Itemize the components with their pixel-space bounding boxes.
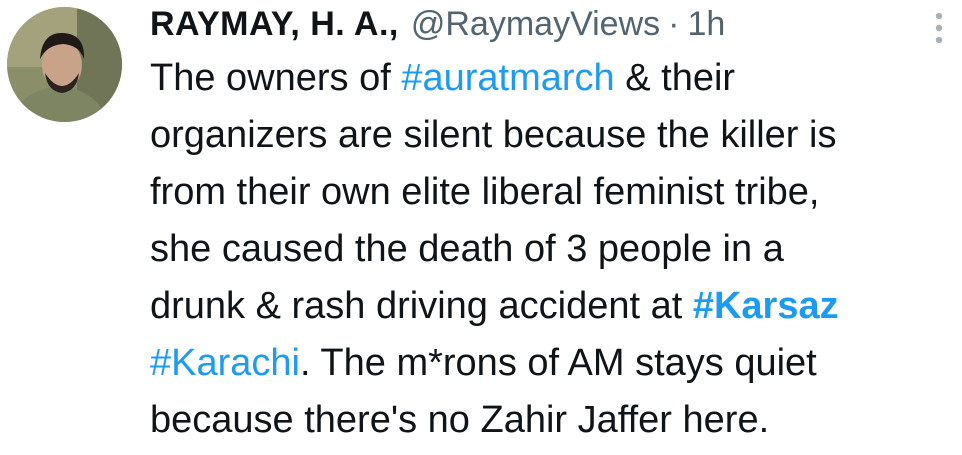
tweet-line: organizers are silent because the killer… (150, 114, 837, 156)
text-segment: The owners of (150, 57, 402, 99)
hashtag-karsaz[interactable]: #Karsaz (693, 285, 839, 327)
separator-dot: · (668, 5, 680, 43)
timestamp[interactable]: 1h (687, 2, 725, 46)
text-segment: & their (614, 57, 736, 99)
text-segment: drunk & rash driving accident at (150, 285, 693, 327)
hashtag-karachi[interactable]: #Karachi (150, 342, 300, 384)
user-avatar-image (7, 7, 122, 122)
tweet-line: from their own elite liberal feminist tr… (150, 171, 820, 213)
avatar[interactable] (7, 7, 122, 122)
text-segment: . The m*rons of AM stays quiet (299, 342, 817, 384)
tweet-text: The owners of #auratmarch & their organi… (150, 50, 950, 449)
display-name[interactable]: RAYMAY, H. A., (150, 2, 399, 46)
tweet-line: #Karachi. The m*rons of AM stays quiet (150, 335, 950, 392)
tweet[interactable]: RAYMAY, H. A., @RaymayViews · 1h The own… (0, 0, 962, 455)
more-vertical-icon[interactable] (928, 10, 950, 46)
hashtag-auratmarch[interactable]: #auratmarch (401, 57, 614, 99)
user-handle[interactable]: @RaymayViews (411, 2, 660, 46)
tweet-line: drunk & rash driving accident at #Karsaz (150, 278, 950, 335)
tweet-header: RAYMAY, H. A., @RaymayViews · 1h (150, 2, 725, 46)
tweet-line: because there's no Zahir Jaffer here. (150, 399, 770, 441)
tweet-line: The owners of #auratmarch & their (150, 50, 950, 107)
tweet-line: she caused the death of 3 people in a (150, 228, 784, 270)
